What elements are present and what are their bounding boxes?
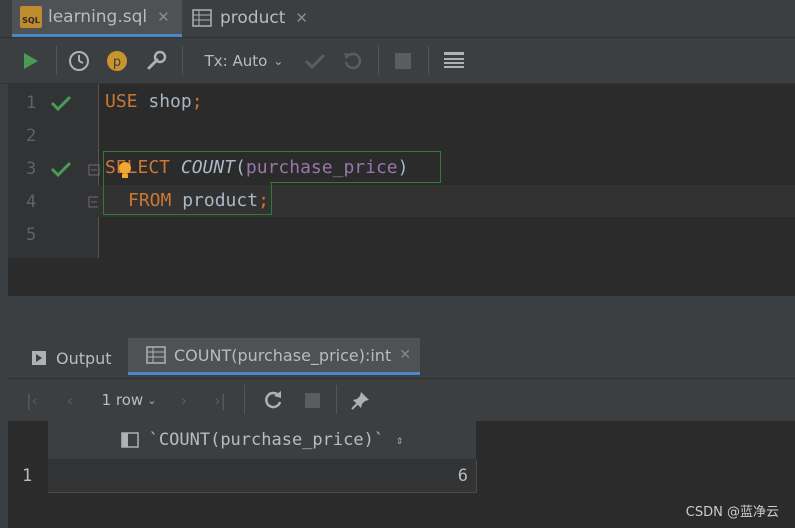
stop-button[interactable]	[388, 38, 418, 83]
tab-learning-sql[interactable]: SQL learning.sql ✕	[12, 0, 182, 37]
column-header-label: `COUNT(purchase_price)`	[148, 430, 385, 450]
close-icon[interactable]: ✕	[157, 8, 170, 26]
line-number: 3	[26, 159, 37, 179]
watermark: CSDN @蓝净云	[685, 505, 779, 520]
table-row[interactable]	[48, 460, 477, 493]
code-line-3: SELECT COUNT(purchase_price)	[105, 157, 409, 178]
table-icon	[192, 8, 212, 27]
column-icon	[120, 432, 139, 448]
p-badge-icon: p	[107, 50, 127, 71]
cell-value[interactable]: 6	[458, 466, 468, 486]
sql-file-icon: SQL	[20, 6, 42, 28]
settings-button[interactable]	[140, 38, 172, 83]
table-grid-icon	[444, 51, 464, 68]
check-icon	[304, 53, 326, 69]
chevron-left-icon: ‹	[66, 390, 74, 410]
next-page-button[interactable]: ›	[170, 379, 198, 421]
profile-button[interactable]: p	[102, 38, 132, 83]
row-number: 1	[22, 466, 33, 486]
code-line-4: FROM product;	[128, 190, 269, 211]
table-icon	[146, 346, 166, 364]
tab-label: learning.sql	[48, 7, 148, 27]
results-toolbar: |‹ ‹ 1 row ⌄ › ›|	[8, 379, 795, 422]
play-icon	[24, 52, 38, 69]
tx-mode-label: Tx: Auto	[204, 51, 268, 70]
close-icon[interactable]: ✕	[295, 9, 308, 27]
toolbar-divider	[378, 46, 379, 75]
column-header[interactable]: `COUNT(purchase_price)` ⇕	[48, 421, 476, 460]
toolbar-divider	[244, 385, 245, 414]
executed-check-icon	[50, 161, 72, 178]
commit-button[interactable]	[300, 38, 330, 83]
editor-tab-bar: SQL learning.sql ✕ product ✕	[0, 0, 795, 38]
chevron-down-icon: ⌄	[147, 393, 157, 407]
tab-label: Output	[56, 348, 112, 368]
first-page-icon: |‹	[26, 390, 38, 410]
svg-text:p: p	[113, 55, 121, 70]
refresh-button[interactable]	[258, 379, 288, 421]
refresh-icon	[265, 391, 282, 409]
pin-icon	[351, 392, 369, 410]
stop-icon	[304, 392, 320, 408]
panel-splitter[interactable]	[8, 296, 795, 338]
line-number: 2	[26, 126, 37, 146]
tab-label: COUNT(purchase_price):int	[174, 345, 392, 365]
tab-result-count[interactable]: COUNT(purchase_price):int ✕	[128, 338, 420, 375]
clock-icon	[69, 50, 89, 71]
prev-page-button[interactable]: ‹	[56, 379, 84, 421]
editor-gutter: 1 2 3 4 5	[8, 84, 100, 258]
toolbar-divider	[182, 46, 183, 75]
statement-highlight	[270, 182, 440, 183]
undo-icon	[344, 52, 362, 69]
row-count-select[interactable]: 1 row ⌄	[96, 379, 162, 421]
close-icon[interactable]: ✕	[399, 347, 411, 363]
code-line-1: USE shop;	[105, 91, 203, 112]
history-button[interactable]	[64, 38, 94, 83]
stop-button[interactable]	[298, 379, 326, 421]
sort-icon[interactable]: ⇕	[396, 433, 403, 447]
last-page-icon: ›|	[214, 390, 226, 410]
toolbar-divider	[428, 46, 429, 75]
executed-check-icon	[50, 95, 72, 112]
line-number: 5	[26, 225, 37, 245]
editor-toolbar: p Tx: Auto ⌄	[0, 38, 795, 84]
wrench-icon	[147, 50, 167, 69]
tab-output[interactable]: Output	[30, 338, 130, 378]
toolbar-divider	[336, 385, 337, 414]
first-page-button[interactable]: |‹	[18, 379, 46, 421]
pin-button[interactable]	[346, 379, 376, 421]
results-tab-bar: Output COUNT(purchase_price):int ✕	[8, 338, 795, 379]
line-number: 4	[26, 192, 37, 212]
rollback-button[interactable]	[338, 38, 368, 83]
tab-label: product	[220, 7, 286, 28]
fold-icon[interactable]	[88, 164, 100, 176]
run-button[interactable]	[14, 38, 48, 83]
left-tool-strip	[0, 84, 8, 528]
chevron-right-icon: ›	[180, 390, 188, 410]
chevron-down-icon: ⌄	[273, 53, 284, 68]
row-count-label: 1 row	[101, 391, 144, 409]
line-number: 1	[26, 93, 37, 113]
output-icon	[32, 351, 46, 365]
output-layout-button[interactable]	[438, 38, 470, 83]
last-page-button[interactable]: ›|	[206, 379, 234, 421]
stop-icon	[395, 52, 411, 69]
tx-mode-select[interactable]: Tx: Auto ⌄	[196, 38, 292, 83]
lightbulb-icon[interactable]	[117, 161, 133, 179]
tab-product[interactable]: product ✕	[192, 0, 332, 35]
toolbar-divider	[56, 46, 57, 75]
editor-bottom-area	[8, 258, 795, 297]
